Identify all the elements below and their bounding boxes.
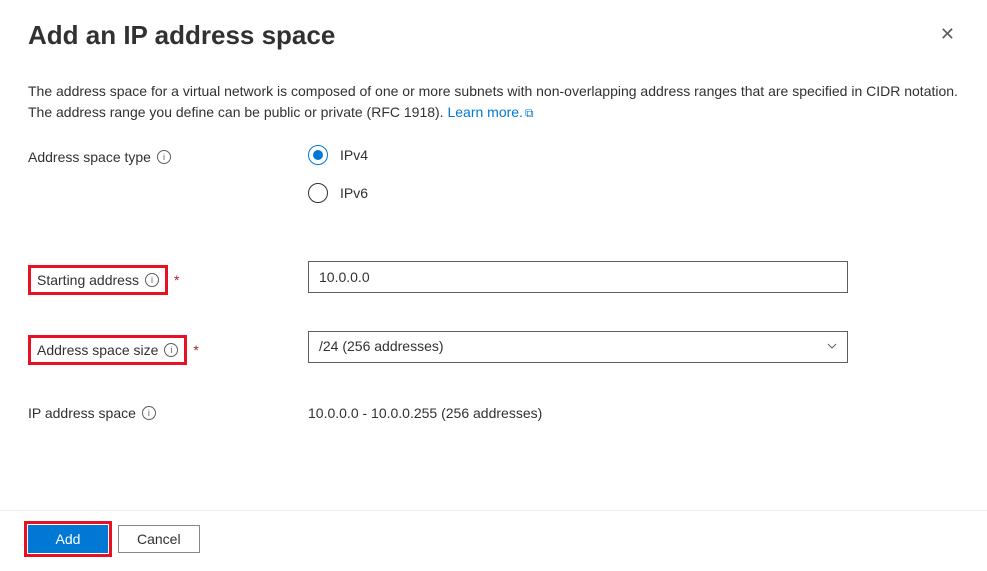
ip-address-space-label: IP address space bbox=[28, 405, 136, 421]
radio-circle-icon bbox=[308, 145, 328, 165]
page-title: Add an IP address space bbox=[28, 20, 335, 51]
radio-ipv4-label: IPv4 bbox=[340, 147, 368, 163]
radio-ipv6-label: IPv6 bbox=[340, 185, 368, 201]
close-icon[interactable]: ✕ bbox=[936, 20, 959, 49]
ip-address-space-value: 10.0.0.0 - 10.0.0.255 (256 addresses) bbox=[308, 401, 848, 421]
info-icon[interactable]: i bbox=[145, 273, 159, 287]
starting-address-input[interactable] bbox=[308, 261, 848, 293]
learn-more-link[interactable]: Learn more.⧉ bbox=[447, 104, 533, 120]
address-space-type-label: Address space type bbox=[28, 149, 151, 165]
starting-address-label: Starting address bbox=[37, 272, 139, 288]
radio-ipv4[interactable]: IPv4 bbox=[308, 145, 848, 165]
radio-circle-icon bbox=[308, 183, 328, 203]
highlight-marker: Address space size i bbox=[28, 335, 187, 365]
required-marker: * bbox=[174, 272, 179, 288]
address-space-size-label: Address space size bbox=[37, 342, 158, 358]
info-icon[interactable]: i bbox=[142, 406, 156, 420]
add-button[interactable]: Add bbox=[28, 525, 108, 553]
address-space-type-radio-group: IPv4 IPv6 bbox=[308, 145, 848, 203]
info-icon[interactable]: i bbox=[164, 343, 178, 357]
required-marker: * bbox=[193, 342, 198, 358]
info-icon[interactable]: i bbox=[157, 150, 171, 164]
external-link-icon: ⧉ bbox=[525, 104, 534, 122]
description-block: The address space for a virtual network … bbox=[0, 51, 987, 123]
address-space-size-select[interactable]: /24 (256 addresses) bbox=[308, 331, 848, 363]
radio-ipv6[interactable]: IPv6 bbox=[308, 183, 848, 203]
highlight-marker: Starting address i bbox=[28, 265, 168, 295]
cancel-button[interactable]: Cancel bbox=[118, 525, 200, 553]
divider bbox=[0, 510, 987, 511]
select-value: /24 (256 addresses) bbox=[308, 331, 848, 363]
